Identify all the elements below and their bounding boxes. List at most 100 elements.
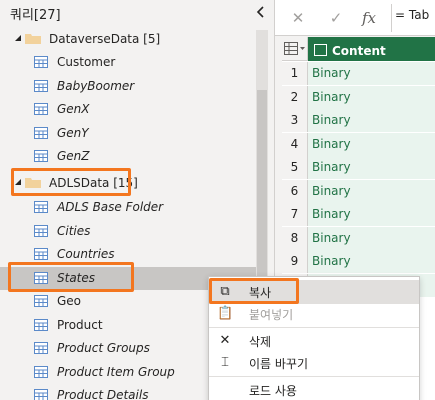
row-number[interactable]: 8 (282, 226, 308, 250)
context-menu: ⧉ 복사 📋 붙여넣기 ✕ 삭제 ⌶ 이름 바꾸기 로드 사용 (208, 276, 420, 400)
table-icon (34, 342, 48, 354)
menu-item-paste[interactable]: 📋 붙여넣기 (209, 302, 419, 326)
binary-cell[interactable]: Binary (308, 250, 435, 273)
binary-cell[interactable]: Binary (308, 179, 435, 203)
close-icon[interactable]: ✕ (289, 9, 307, 27)
delete-icon: ✕ (219, 333, 231, 348)
formula-input[interactable]: = Tab (395, 8, 429, 22)
table-row[interactable]: 8 Binary (282, 226, 435, 250)
query-group-label: DataverseData [5] (49, 32, 161, 46)
menu-item-label: 이름 바꾸기 (249, 357, 309, 371)
row-number[interactable]: 5 (282, 156, 308, 179)
table-icon (34, 79, 48, 92)
query-item[interactable]: Customer (0, 51, 256, 74)
table-row[interactable]: 3 Binary (282, 109, 435, 132)
binary-cell[interactable]: Binary (308, 85, 435, 109)
row-number[interactable]: 4 (282, 132, 308, 156)
menu-item-label: 붙여넣기 (249, 308, 294, 322)
formula-bar: ✕ ✓ fx = Tab (275, 0, 435, 36)
row-number[interactable]: 2 (282, 85, 308, 109)
expand-arrow-icon[interactable] (14, 34, 22, 42)
paste-icon: 📋 (217, 306, 234, 321)
menu-separator (209, 376, 419, 377)
row-number[interactable]: 7 (282, 203, 308, 226)
binary-cell[interactable]: Binary (308, 62, 435, 85)
menu-item-label: 로드 사용 (249, 384, 297, 398)
table-row[interactable]: 6 Binary (282, 179, 435, 203)
table-icon (34, 271, 48, 284)
column-type-icon[interactable] (314, 44, 327, 56)
table-row[interactable]: 7 Binary (282, 203, 435, 226)
query-item-label: Product (57, 317, 103, 332)
query-item[interactable]: BabyBoomer (0, 75, 256, 98)
table-row[interactable]: 2 Binary (282, 85, 435, 109)
folder-icon (25, 34, 41, 44)
query-item-label: GenZ (57, 149, 90, 163)
table-icon (34, 103, 48, 115)
table-row[interactable]: 9 Binary (282, 250, 435, 273)
column-header-content[interactable]: Content (308, 37, 435, 61)
row-number[interactable]: 9 (282, 250, 308, 273)
table-icon (34, 201, 48, 213)
queries-pane-title: 쿼리[27] (10, 8, 61, 23)
folder-icon (25, 178, 41, 188)
query-item-label: Product Item Group (57, 364, 175, 379)
menu-item-rename[interactable]: ⌶ 이름 바꾸기 (209, 351, 419, 375)
query-item-label: GenX (57, 102, 90, 116)
table-row[interactable]: 5 Binary (282, 156, 435, 179)
table-icon (34, 389, 48, 400)
query-item-label: Product Groups (57, 341, 150, 355)
table-menu-button[interactable] (282, 37, 308, 61)
copy-icon: ⧉ (220, 284, 230, 299)
query-item-label: GenY (57, 125, 89, 140)
row-number[interactable]: 3 (282, 109, 308, 132)
table-icon (34, 56, 48, 68)
table-icon (34, 150, 48, 162)
check-icon[interactable]: ✓ (327, 9, 345, 27)
table-icon (34, 126, 48, 139)
table-row[interactable]: 4 Binary (282, 132, 435, 156)
query-item-label: Countries (57, 247, 115, 261)
query-item-label: Geo (57, 294, 82, 308)
table-icon (34, 365, 48, 378)
query-item-label: ADLS Base Folder (57, 200, 164, 214)
query-group-adls[interactable]: ADLSData [15] (0, 172, 256, 195)
query-item[interactable]: GenY (0, 122, 256, 145)
query-item-label: Customer (57, 55, 116, 69)
query-item[interactable]: ADLS Base Folder (0, 196, 256, 219)
query-item[interactable]: Countries (0, 243, 256, 266)
query-item[interactable]: Cities (0, 220, 256, 243)
menu-item-delete[interactable]: ✕ 삭제 (209, 329, 419, 353)
binary-cell[interactable]: Binary (308, 156, 435, 179)
query-item-label: BabyBoomer (57, 78, 135, 93)
grid-header: Content (282, 37, 435, 61)
table-icon (34, 224, 48, 237)
table-icon (34, 248, 48, 260)
query-group-dataverse[interactable]: DataverseData [5] (0, 28, 256, 51)
chevron-left-icon[interactable] (254, 4, 268, 20)
table-icon (284, 42, 305, 55)
formula-separator (391, 4, 392, 32)
query-item-label: Product Details (57, 388, 149, 400)
row-number[interactable]: 6 (282, 179, 308, 203)
query-item[interactable]: GenZ (0, 145, 256, 168)
menu-item-label: 복사 (249, 286, 272, 300)
column-header-label: Content (332, 44, 386, 58)
menu-separator (209, 327, 419, 328)
query-item-label: States (57, 270, 96, 285)
table-icon (34, 318, 48, 331)
binary-cell[interactable]: Binary (308, 109, 435, 132)
binary-cell[interactable]: Binary (308, 226, 435, 250)
menu-item-label: 삭제 (249, 335, 272, 349)
binary-cell[interactable]: Binary (308, 132, 435, 156)
binary-cell[interactable]: Binary (308, 203, 435, 226)
menu-item-enable-load[interactable]: 로드 사용 (209, 378, 419, 400)
table-row[interactable]: 1 Binary (282, 62, 435, 85)
query-item-label: Cities (57, 223, 91, 238)
menu-item-copy[interactable]: ⧉ 복사 (209, 280, 419, 304)
row-number[interactable]: 1 (282, 62, 308, 85)
fx-icon[interactable]: fx (360, 9, 378, 27)
expand-arrow-icon[interactable] (14, 178, 22, 186)
query-item[interactable]: GenX (0, 98, 256, 121)
query-group-label: ADLSData [15] (49, 176, 138, 190)
